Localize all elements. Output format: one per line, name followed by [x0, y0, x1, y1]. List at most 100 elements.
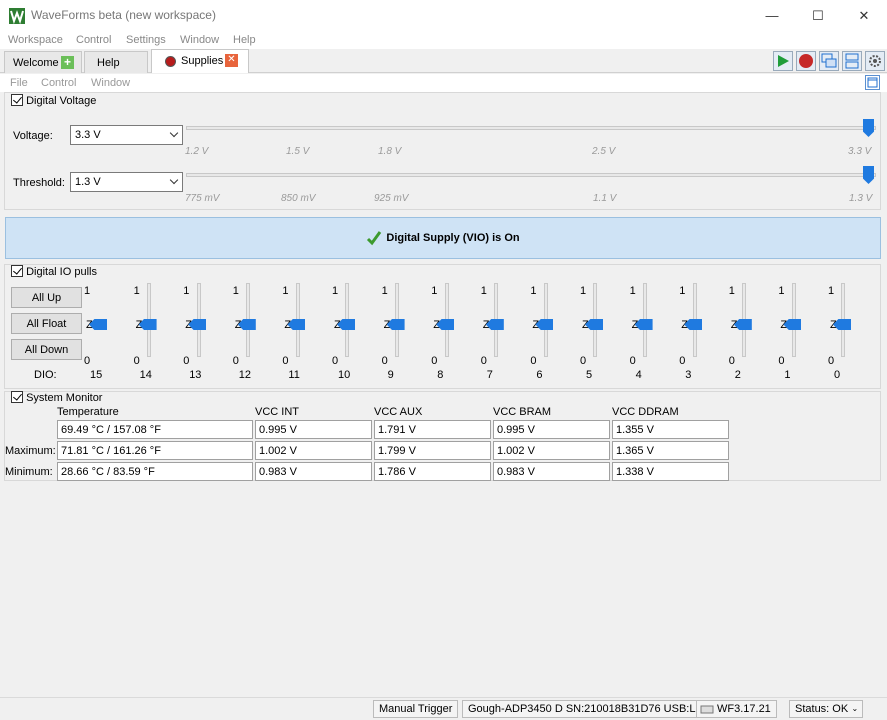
record-button[interactable] [796, 51, 816, 71]
monitor-cell: 71.81 °C / 161.26 °F [57, 441, 253, 460]
column-header: VCC AUX [374, 406, 423, 418]
tab-supplies[interactable]: Supplies ✕ [151, 49, 249, 73]
dio-channel-label: 6 [536, 369, 543, 381]
dio-channel-label: 14 [139, 369, 152, 381]
dio-bottom-label: 0 [282, 355, 289, 367]
play-icon [778, 55, 789, 67]
monitor-cell: 0.995 V [493, 420, 610, 439]
dio-bottom-label: 0 [679, 355, 686, 367]
menu-help[interactable]: Help [233, 34, 256, 46]
dio-channel-label: 5 [586, 369, 593, 381]
settings-button[interactable] [865, 51, 885, 71]
threshold-tick: 775 mV [185, 193, 220, 204]
all-down-button[interactable]: All Down [11, 339, 82, 360]
dio-top-label: 1 [530, 285, 537, 297]
tile-icon [845, 53, 859, 69]
dio-channel-label: 1 [784, 369, 791, 381]
dio-bottom-label: 0 [183, 355, 190, 367]
status-bar: Manual Trigger Gough-ADP3450 D SN:210018… [0, 697, 887, 720]
dio-top-label: 1 [778, 285, 785, 297]
tab-bar: Welcome + Help Supplies ✕ [0, 49, 887, 73]
voltage-select[interactable]: 3.3 V [70, 125, 183, 145]
dio-bottom-label: 0 [580, 355, 587, 367]
run-button[interactable] [773, 51, 793, 71]
dio-bottom-label: 0 [778, 355, 785, 367]
status-dropdown[interactable]: Status: OK ⌄ [789, 700, 864, 718]
dio-top-label: 1 [431, 285, 438, 297]
dio-channel-label: 0 [834, 369, 841, 381]
minimize-button[interactable]: — [749, 0, 795, 31]
digital-voltage-checkbox[interactable]: Digital Voltage [11, 94, 96, 107]
window-title: WaveForms beta (new workspace) [31, 8, 216, 22]
voltage-slider-track[interactable] [186, 126, 876, 130]
cascade-windows-button[interactable] [819, 51, 839, 71]
digital-voltage-group [4, 92, 881, 210]
all-up-button[interactable]: All Up [11, 287, 82, 308]
submenu-control[interactable]: Control [41, 77, 76, 89]
dio-channel-label: 3 [685, 369, 692, 381]
monitor-cell: 1.786 V [374, 462, 491, 481]
column-header: Temperature [57, 406, 119, 418]
dio-channel-label: 12 [238, 369, 252, 381]
row-label: Minimum: [5, 466, 53, 478]
dio-channel-label: 8 [437, 369, 444, 381]
maximize-button[interactable]: ☐ [795, 0, 841, 31]
tile-windows-button[interactable] [842, 51, 862, 71]
title-bar: WaveForms beta (new workspace) — ☐ ✕ [0, 0, 887, 31]
monitor-cell: 0.995 V [255, 420, 372, 439]
tab-help[interactable]: Help [84, 51, 148, 73]
column-header: VCC DDRAM [612, 406, 679, 418]
chevron-down-icon: ⌄ [851, 704, 859, 713]
close-window-button[interactable]: ✕ [841, 0, 887, 31]
dio-channel-label: 10 [338, 369, 351, 381]
dio-bottom-label: 0 [828, 355, 835, 367]
submenu-file[interactable]: File [10, 77, 28, 89]
manual-trigger-button[interactable]: Manual Trigger [373, 700, 459, 718]
voltage-label: Voltage: [13, 130, 53, 142]
menu-workspace[interactable]: Workspace [8, 34, 63, 46]
monitor-cell: 1.799 V [374, 441, 491, 460]
monitor-cell: 0.983 V [255, 462, 372, 481]
row-label: Maximum: [5, 445, 56, 457]
submenu-window[interactable]: Window [91, 77, 130, 89]
supply-status-text: Digital Supply (VIO) is On [386, 232, 520, 244]
threshold-label: Threshold: [13, 177, 65, 189]
dio-channel-label: 13 [189, 369, 202, 381]
monitor-cell: 28.66 °C / 83.59 °F [57, 462, 253, 481]
monitor-cell: 1.002 V [493, 441, 610, 460]
threshold-tick: 850 mV [281, 193, 316, 204]
device-icon [700, 705, 714, 714]
dock-button[interactable] [865, 75, 880, 90]
dio-top-label: 1 [480, 285, 487, 297]
system-monitor-checkbox[interactable]: System Monitor [11, 391, 102, 404]
monitor-cell: 1.355 V [612, 420, 729, 439]
menu-window[interactable]: Window [180, 34, 219, 46]
dio-channel-label: 9 [387, 369, 394, 381]
voltage-tick: 3.3 V [848, 146, 872, 157]
dio-top-label: 1 [232, 285, 239, 297]
record-icon [165, 56, 176, 67]
dio-bottom-label: 0 [332, 355, 339, 367]
dio-top-label: 1 [381, 285, 388, 297]
dio-bottom-label: 0 [381, 355, 388, 367]
monitor-cell: 1.338 V [612, 462, 729, 481]
digital-io-pulls-checkbox[interactable]: Digital IO pulls [11, 265, 97, 278]
menu-control[interactable]: Control [76, 34, 111, 46]
voltage-tick: 1.5 V [286, 146, 310, 157]
threshold-slider-track[interactable] [186, 173, 876, 177]
dio-bottom-label: 0 [232, 355, 239, 367]
dio-bottom-label: 0 [480, 355, 487, 367]
menu-settings[interactable]: Settings [126, 34, 166, 46]
dio-bottom-label: 0 [530, 355, 537, 367]
device-info[interactable]: Gough-ADP3450 D SN:210018B31D76 USB:LX [462, 700, 709, 718]
threshold-tick: 1.3 V [849, 193, 873, 204]
dio-channel-label: 7 [486, 369, 493, 381]
close-tab-icon[interactable]: ✕ [225, 54, 238, 67]
dio-top-label: 1 [282, 285, 289, 297]
tab-welcome[interactable]: Welcome + [4, 51, 82, 73]
monitor-cell: 1.002 V [255, 441, 372, 460]
all-float-button[interactable]: All Float [11, 313, 82, 334]
menu-bar: Workspace Control Settings Window Help [0, 31, 887, 49]
threshold-select[interactable]: 1.3 V [70, 172, 183, 192]
dio-bottom-label: 0 [728, 355, 735, 367]
